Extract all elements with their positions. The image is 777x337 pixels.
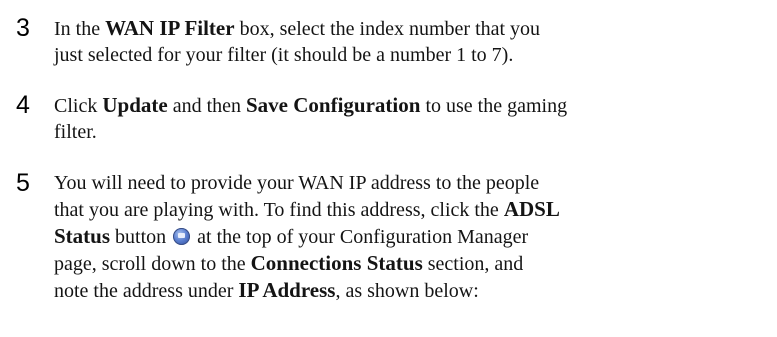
- bold-term: Update: [102, 93, 168, 117]
- text-run: that you are playing with. To find this …: [54, 199, 504, 221]
- text-run: at the top of your Configuration Manager: [192, 226, 529, 248]
- text-run: to use the gaming: [420, 95, 568, 117]
- text-run: , as shown below:: [335, 280, 479, 302]
- text-line: page, scroll down to the Connections Sta…: [54, 250, 774, 277]
- text-line: note the address under IP Address, as sh…: [54, 277, 774, 304]
- document-page: 3 In the WAN IP Filter box, select the i…: [0, 0, 777, 337]
- bold-term: IP Address: [238, 278, 336, 302]
- step-number: 5: [16, 169, 30, 197]
- step-number: 3: [16, 14, 30, 42]
- text-run: page, scroll down to the: [54, 253, 251, 275]
- bold-term: Save Configuration: [246, 93, 421, 117]
- text-run: note the address under: [54, 280, 239, 302]
- text-line: In the WAN IP Filter box, select the ind…: [54, 15, 774, 42]
- text-line: that you are playing with. To find this …: [54, 196, 774, 223]
- bold-term: Connections Status: [250, 251, 423, 275]
- text-line: filter.: [54, 121, 97, 143]
- text-run: button: [110, 226, 172, 248]
- text-run: In the: [54, 18, 106, 40]
- text-run: section, and: [422, 253, 524, 275]
- step-number: 4: [16, 91, 30, 119]
- text-line: just selected for your filter (it should…: [54, 44, 514, 66]
- bold-term: ADSL: [503, 197, 560, 221]
- step-text: You will need to provide your WAN IP add…: [54, 170, 774, 304]
- adsl-status-icon: [173, 228, 191, 245]
- bold-term: Status: [54, 224, 111, 248]
- text-line: You will need to provide your WAN IP add…: [54, 172, 540, 194]
- step-text: In the WAN IP Filter box, select the ind…: [54, 15, 774, 68]
- text-line: Status button at the top of your Configu…: [54, 223, 774, 250]
- text-run: box, select the index number that you: [234, 18, 541, 40]
- bold-term: WAN IP Filter: [105, 16, 235, 40]
- text-run: and then: [167, 95, 246, 117]
- text-line: Click Update and then Save Configuration…: [54, 92, 774, 119]
- text-run: Click: [54, 95, 103, 117]
- step-text: Click Update and then Save Configuration…: [54, 92, 774, 145]
